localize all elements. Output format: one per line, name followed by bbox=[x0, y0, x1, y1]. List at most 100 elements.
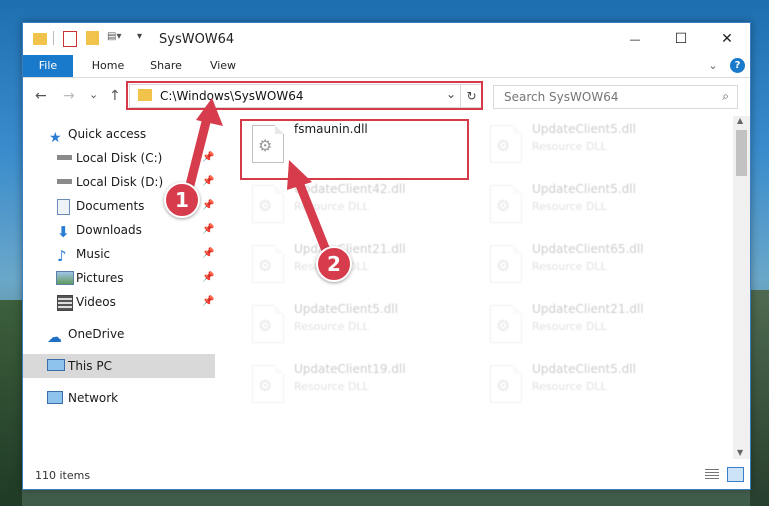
pin-icon: 📌 bbox=[202, 272, 215, 283]
tab-share[interactable]: Share bbox=[141, 55, 191, 77]
sidebar-item-label: Music bbox=[76, 247, 111, 261]
close-button[interactable]: ✕ bbox=[704, 23, 750, 55]
file-type: Resource DLL bbox=[532, 200, 607, 213]
gear-icon: ⚙ bbox=[258, 316, 273, 335]
address-highlight-box bbox=[126, 81, 483, 110]
file-item[interactable]: ⚙ UpdateClient42.dll Resource DLL bbox=[242, 176, 472, 236]
gear-icon: ⚙ bbox=[258, 376, 273, 395]
file-item[interactable]: ⚙ UpdateClient65.dll Resource DLL bbox=[480, 236, 710, 296]
file-item[interactable]: ⚙ UpdateClient5.dll Resource DLL bbox=[480, 356, 710, 416]
sidebar-item-label: OneDrive bbox=[68, 327, 125, 341]
search-icon: ⌕ bbox=[722, 89, 729, 103]
file-type: Resource DLL bbox=[294, 200, 369, 213]
large-icons-view-icon[interactable] bbox=[727, 467, 744, 482]
sidebar-item-onedrive[interactable]: ☁ OneDrive bbox=[23, 322, 215, 346]
file-highlight-box bbox=[240, 119, 469, 180]
file-name: UpdateClient21.dll bbox=[532, 302, 644, 316]
toolbar-dropdown-icon[interactable]: ▾ bbox=[137, 31, 142, 47]
file-item[interactable]: ⚙ UpdateClient5.dll Resource DLL bbox=[242, 296, 472, 356]
sidebar-item-label: This PC bbox=[68, 359, 112, 373]
tab-view[interactable]: View bbox=[198, 55, 248, 77]
forward-button[interactable]: → bbox=[63, 88, 75, 104]
title-bar: ▤▾ ▾ SysWOW64 — ☐ ✕ bbox=[23, 23, 750, 55]
customize-toolbar-icon[interactable]: ▤▾ bbox=[107, 31, 127, 45]
sidebar-item-pictures[interactable]: Pictures 📌 bbox=[23, 266, 215, 290]
pin-icon: 📌 bbox=[202, 152, 215, 163]
file-name: UpdateClient21.dll bbox=[294, 242, 406, 256]
file-name: UpdateClient42.dll bbox=[294, 182, 406, 196]
sidebar-item-network[interactable]: Network bbox=[23, 386, 215, 410]
callout-step-2: 2 bbox=[316, 246, 352, 282]
properties-icon[interactable] bbox=[63, 31, 77, 47]
drive-icon bbox=[57, 179, 72, 184]
file-item[interactable]: ⚙ UpdateClient21.dll Resource DLL bbox=[242, 236, 472, 296]
file-name: UpdateClient5.dll bbox=[532, 122, 636, 136]
videos-icon bbox=[57, 295, 73, 311]
sidebar-item-this-pc[interactable]: This PC bbox=[23, 354, 215, 378]
sidebar-item-videos[interactable]: Videos 📌 bbox=[23, 290, 215, 314]
pin-icon: 📌 bbox=[202, 248, 215, 259]
maximize-button[interactable]: ☐ bbox=[658, 23, 704, 55]
recent-locations-button[interactable]: ⌄ bbox=[89, 88, 98, 101]
scroll-down-icon[interactable]: ▼ bbox=[737, 448, 743, 457]
gear-icon: ⚙ bbox=[496, 256, 511, 275]
status-bar: 110 items bbox=[23, 461, 750, 489]
file-name: UpdateClient19.dll bbox=[294, 362, 406, 376]
new-folder-icon[interactable] bbox=[86, 31, 99, 45]
gear-icon: ⚙ bbox=[258, 256, 273, 275]
minimize-button[interactable]: — bbox=[612, 23, 658, 55]
gear-icon: ⚙ bbox=[496, 316, 511, 335]
help-icon[interactable]: ? bbox=[730, 58, 745, 73]
scrollbar-thumb[interactable] bbox=[736, 130, 747, 176]
search-input[interactable] bbox=[502, 89, 706, 105]
sidebar-item-label: Local Disk (C:) bbox=[76, 151, 163, 165]
window-title: SysWOW64 bbox=[159, 32, 235, 47]
ribbon-expand-button[interactable]: ⌄ bbox=[705, 55, 721, 77]
sidebar-item-label: Pictures bbox=[76, 271, 124, 285]
pin-icon: 📌 bbox=[202, 224, 215, 235]
sidebar-item-local-disk-c[interactable]: Local Disk (C:) 📌 bbox=[23, 146, 215, 170]
tab-home[interactable]: Home bbox=[83, 55, 133, 77]
gear-icon: ⚙ bbox=[496, 376, 511, 395]
search-box[interactable]: ⌕ bbox=[493, 85, 738, 109]
file-type: Resource DLL bbox=[532, 140, 607, 153]
sidebar-item-label: Downloads bbox=[76, 223, 142, 237]
sidebar-item-label: Videos bbox=[76, 295, 116, 309]
navigation-pane: ★ Quick access Local Disk (C:) 📌 Local D… bbox=[23, 118, 216, 458]
drive-icon bbox=[57, 155, 72, 160]
sidebar-item-music[interactable]: ♪ Music 📌 bbox=[23, 242, 215, 266]
file-item[interactable]: ⚙ UpdateClient5.dll Resource DLL bbox=[480, 116, 710, 176]
back-button[interactable]: ← bbox=[35, 88, 47, 104]
file-type: Resource DLL bbox=[294, 320, 369, 333]
details-view-icon[interactable] bbox=[705, 469, 719, 480]
sidebar-item-label: Local Disk (D:) bbox=[76, 175, 164, 189]
gear-icon: ⚙ bbox=[258, 196, 273, 215]
download-icon: ⬇ bbox=[57, 223, 70, 241]
star-icon: ★ bbox=[49, 130, 62, 146]
sidebar-item-label: Documents bbox=[76, 199, 145, 213]
file-item[interactable]: ⚙ UpdateClient19.dll Resource DLL bbox=[242, 356, 472, 416]
up-button[interactable]: ↑ bbox=[109, 88, 121, 104]
vertical-scrollbar[interactable]: ▲ ▼ bbox=[733, 116, 750, 459]
file-type: Resource DLL bbox=[294, 380, 369, 393]
item-count: 110 items bbox=[35, 469, 91, 482]
sidebar-item-quick-access[interactable]: ★ Quick access bbox=[23, 122, 215, 146]
gear-icon: ⚙ bbox=[496, 196, 511, 215]
documents-icon bbox=[57, 199, 70, 215]
file-item[interactable]: ⚙ UpdateClient21.dll Resource DLL bbox=[480, 296, 710, 356]
folder-icon bbox=[33, 33, 47, 45]
scroll-up-icon[interactable]: ▲ bbox=[737, 116, 743, 125]
tab-file[interactable]: File bbox=[23, 55, 73, 77]
file-type: Resource DLL bbox=[532, 320, 607, 333]
file-name: UpdateClient5.dll bbox=[532, 362, 636, 376]
pin-icon: 📌 bbox=[202, 296, 215, 307]
callout-step-1: 1 bbox=[164, 182, 200, 218]
sidebar-item-downloads[interactable]: ⬇ Downloads 📌 bbox=[23, 218, 215, 242]
file-name: UpdateClient5.dll bbox=[532, 182, 636, 196]
pictures-icon bbox=[56, 271, 74, 285]
file-type: Resource DLL bbox=[532, 260, 607, 273]
file-item[interactable]: ⚙ UpdateClient5.dll Resource DLL bbox=[480, 176, 710, 236]
pin-icon: 📌 bbox=[202, 176, 215, 187]
sidebar-item-label: Quick access bbox=[68, 127, 147, 141]
cloud-icon: ☁ bbox=[47, 328, 62, 346]
